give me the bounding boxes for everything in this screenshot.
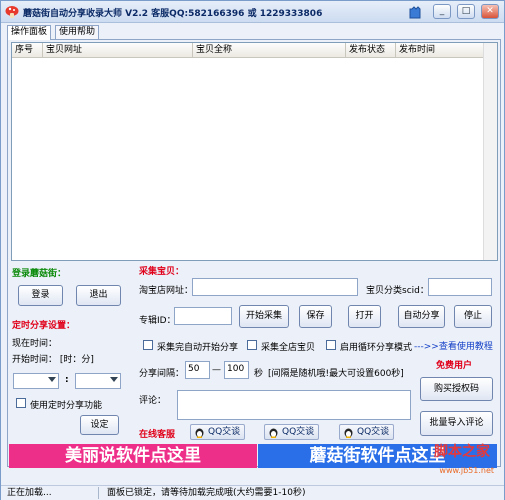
qq-chat-button-3[interactable]: QQ交谈 bbox=[339, 424, 395, 440]
qq-chat-label: QQ交谈 bbox=[282, 427, 315, 437]
whole-shop-label: 采集全店宝贝 bbox=[261, 343, 316, 353]
enable-schedule-checkbox[interactable] bbox=[16, 398, 26, 408]
tab-control-panel[interactable]: 操作面板 bbox=[7, 25, 52, 40]
table-scrollbar[interactable] bbox=[483, 43, 497, 260]
start-collect-button[interactable]: 开始采集 bbox=[239, 305, 289, 328]
maximize-button[interactable]: □ bbox=[457, 4, 475, 19]
collect-heading: 采集宝贝： bbox=[139, 267, 185, 277]
interval-dash: — bbox=[212, 365, 221, 375]
share-interval-label: 分享间隔： bbox=[139, 369, 185, 379]
qq-chat-label: QQ交谈 bbox=[357, 427, 390, 437]
category-label: 宝贝分类scid： bbox=[366, 286, 429, 296]
site-watermark: 脚本之家 bbox=[434, 444, 490, 460]
status-message: 面板已锁定，请等待加载完成哦(大约需要1-10秒) bbox=[107, 488, 306, 498]
current-time-label: 现在时间： bbox=[12, 339, 58, 349]
meilishuo-banner[interactable]: 美丽说软件点这里 bbox=[9, 444, 257, 468]
qq-chat-button-2[interactable]: QQ交谈 bbox=[264, 424, 320, 440]
time-colon: : bbox=[65, 375, 69, 385]
status-divider bbox=[98, 487, 99, 499]
loop-share-label: 启用循环分享模式 bbox=[340, 343, 413, 353]
whole-shop-checkbox[interactable] bbox=[247, 340, 257, 350]
free-user-label: 免费用户 bbox=[436, 361, 473, 371]
logout-button[interactable]: 退出 bbox=[76, 285, 121, 306]
qq-chat-button-1[interactable]: QQ交谈 bbox=[190, 424, 246, 440]
status-loading: 正在加载... bbox=[7, 488, 52, 498]
category-input[interactable] bbox=[428, 278, 492, 296]
interval-unit-label: 秒 bbox=[254, 369, 264, 379]
qq-chat-label: QQ交谈 bbox=[208, 427, 241, 437]
interval-note: [间隔是随机哦!最大可设置600秒] bbox=[268, 369, 404, 379]
loop-share-checkbox[interactable] bbox=[326, 340, 336, 350]
column-header-name[interactable]: 宝贝全称 bbox=[193, 43, 346, 58]
items-table[interactable]: 序号 宝贝网址 宝贝全称 发布状态 发布时间 bbox=[11, 42, 498, 261]
shop-url-input[interactable] bbox=[192, 278, 358, 296]
qq-penguin-icon bbox=[269, 428, 278, 438]
topic-id-input[interactable] bbox=[174, 307, 232, 325]
mushroom-app-icon bbox=[5, 6, 19, 18]
tab-help[interactable]: 使用帮助 bbox=[55, 25, 100, 39]
chevron-down-icon bbox=[48, 377, 56, 382]
title-bar: 蘑菇街自动分享收录大师 V2.2 客服QQ:582166396 或 122933… bbox=[1, 1, 504, 23]
app-window: 蘑菇街自动分享收录大师 V2.2 客服QQ:582166396 或 122933… bbox=[0, 0, 505, 500]
buy-license-button[interactable]: 购买授权码 bbox=[420, 377, 493, 401]
chevron-down-icon bbox=[110, 377, 118, 382]
column-header-index[interactable]: 序号 bbox=[12, 43, 43, 58]
auto-start-share-label: 采集完自动开始分享 bbox=[157, 343, 239, 353]
close-button[interactable]: ✕ bbox=[481, 4, 499, 19]
online-support-heading: 在线客服 bbox=[139, 430, 176, 440]
skin-icon[interactable] bbox=[408, 4, 422, 19]
enable-schedule-label: 使用定时分享功能 bbox=[30, 401, 103, 411]
qq-penguin-icon bbox=[344, 428, 353, 438]
qq-penguin-icon bbox=[195, 428, 204, 438]
open-button[interactable]: 打开 bbox=[348, 305, 381, 328]
schedule-heading: 定时分享设置： bbox=[12, 321, 76, 331]
stop-button[interactable]: 停止 bbox=[454, 305, 492, 328]
shop-url-label: 淘宝店网址： bbox=[139, 286, 194, 296]
comment-textarea[interactable] bbox=[177, 390, 411, 420]
column-header-url[interactable]: 宝贝网址 bbox=[43, 43, 193, 58]
hour-select[interactable] bbox=[13, 373, 59, 389]
save-button[interactable]: 保存 bbox=[299, 305, 332, 328]
login-heading: 登录蘑菇街： bbox=[12, 269, 67, 279]
interval-to-input[interactable]: 100 bbox=[224, 361, 249, 379]
start-time-label: 开始时间： [时：分] bbox=[12, 355, 94, 365]
interval-from-input[interactable]: 50 bbox=[185, 361, 210, 379]
topic-id-label: 专辑ID： bbox=[139, 316, 176, 326]
table-header: 序号 宝贝网址 宝贝全称 发布状态 发布时间 bbox=[12, 43, 497, 58]
tutorial-link[interactable]: --->>查看使用教程 bbox=[414, 339, 493, 352]
login-button[interactable]: 登录 bbox=[18, 285, 63, 306]
site-watermark-url: www.jb51.net bbox=[439, 466, 494, 475]
comment-label: 评论： bbox=[139, 396, 167, 406]
column-header-time[interactable]: 发布时间 bbox=[396, 43, 484, 58]
status-bar: 正在加载... 面板已锁定，请等待加载完成哦(大约需要1-10秒) bbox=[1, 485, 504, 500]
auto-start-share-checkbox[interactable] bbox=[143, 340, 153, 350]
minimize-button[interactable]: _ bbox=[433, 4, 451, 19]
auto-share-button[interactable]: 自动分享 bbox=[398, 305, 445, 328]
set-schedule-button[interactable]: 设定 bbox=[80, 415, 119, 435]
window-title: 蘑菇街自动分享收录大师 V2.2 客服QQ:582166396 或 122933… bbox=[23, 9, 323, 19]
column-header-status[interactable]: 发布状态 bbox=[346, 43, 396, 58]
batch-import-comments-button[interactable]: 批量导入评论 bbox=[420, 411, 493, 436]
minute-select[interactable] bbox=[75, 373, 121, 389]
control-panel: 序号 宝贝网址 宝贝全称 发布状态 发布时间 登录蘑菇街： 登录 退出 定时分享… bbox=[7, 39, 501, 467]
